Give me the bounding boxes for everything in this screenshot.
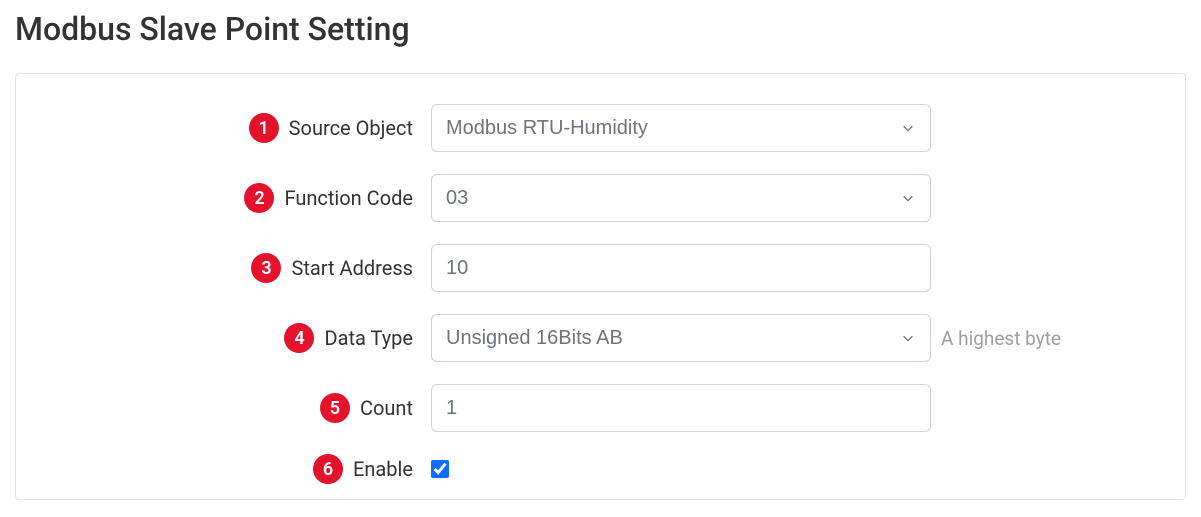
- label-col: 5 Count: [36, 393, 431, 423]
- label-function-code: Function Code: [284, 186, 413, 210]
- label-col: 2 Function Code: [36, 183, 431, 213]
- row-data-type: 4 Data Type Unsigned 16Bits AB A highest…: [36, 314, 1165, 362]
- function-code-select[interactable]: 03: [431, 174, 931, 222]
- step-badge-5: 5: [320, 393, 350, 423]
- label-count: Count: [360, 396, 413, 420]
- label-col: 6 Enable: [36, 454, 431, 484]
- row-source-object: 1 Source Object Modbus RTU-Humidity: [36, 104, 1165, 152]
- page-title: Modbus Slave Point Setting: [15, 10, 1186, 48]
- row-enable: 6 Enable: [36, 454, 1165, 484]
- control-col: Unsigned 16Bits AB A highest byte: [431, 314, 1061, 362]
- row-function-code: 2 Function Code 03: [36, 174, 1165, 222]
- step-badge-1: 1: [249, 113, 279, 143]
- select-wrap-function-code: 03: [431, 174, 931, 222]
- step-badge-3: 3: [251, 253, 281, 283]
- control-col: [431, 460, 449, 478]
- label-data-type: Data Type: [324, 326, 413, 350]
- control-col: Modbus RTU-Humidity: [431, 104, 931, 152]
- step-badge-6: 6: [313, 454, 343, 484]
- label-enable: Enable: [353, 457, 413, 481]
- control-col: [431, 244, 931, 292]
- step-badge-2: 2: [244, 183, 274, 213]
- control-col: [431, 384, 931, 432]
- label-col: 1 Source Object: [36, 113, 431, 143]
- start-address-input[interactable]: [431, 244, 931, 292]
- select-wrap-source-object: Modbus RTU-Humidity: [431, 104, 931, 152]
- form-panel: 1 Source Object Modbus RTU-Humidity 2 Fu…: [15, 73, 1186, 500]
- label-source-object: Source Object: [289, 116, 413, 140]
- data-type-hint: A highest byte: [941, 327, 1061, 350]
- label-col: 4 Data Type: [36, 323, 431, 353]
- label-start-address: Start Address: [291, 256, 413, 280]
- step-badge-4: 4: [284, 323, 314, 353]
- count-input[interactable]: [431, 384, 931, 432]
- control-col: 03: [431, 174, 931, 222]
- source-object-select[interactable]: Modbus RTU-Humidity: [431, 104, 931, 152]
- select-wrap-data-type: Unsigned 16Bits AB: [431, 314, 931, 362]
- enable-checkbox[interactable]: [431, 460, 449, 478]
- row-start-address: 3 Start Address: [36, 244, 1165, 292]
- row-count: 5 Count: [36, 384, 1165, 432]
- label-col: 3 Start Address: [36, 253, 431, 283]
- data-type-select[interactable]: Unsigned 16Bits AB: [431, 314, 931, 362]
